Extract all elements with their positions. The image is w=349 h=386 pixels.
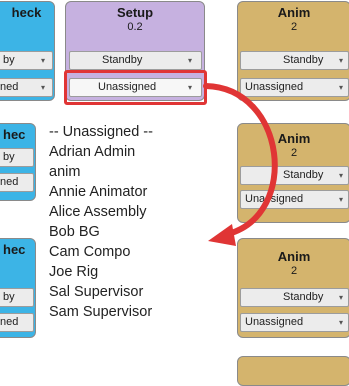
curved-arrow-icon	[203, 83, 278, 246]
